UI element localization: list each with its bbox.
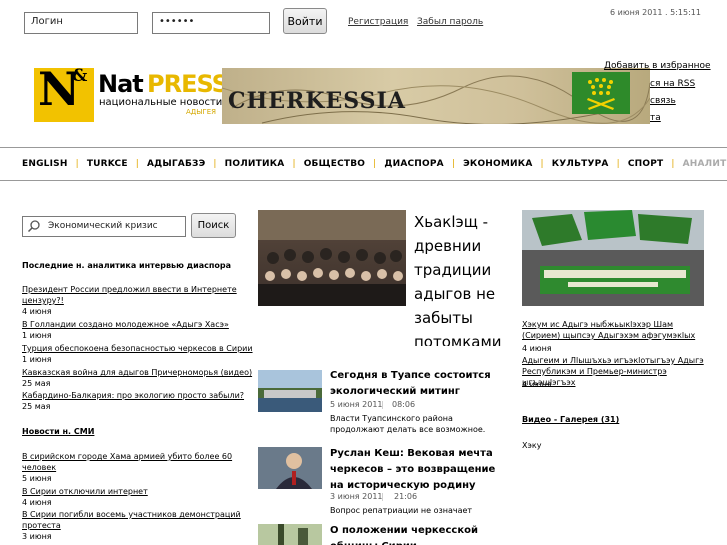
list-item[interactable]: В Голландии создано молодежное «Адыгэ Ха… [22, 319, 256, 330]
list-item[interactable]: Президент России предложил ввести в Инте… [22, 284, 256, 306]
logo-press[interactable]: PRESS [147, 70, 229, 98]
list-item-date: 4 июня [22, 307, 52, 316]
news-title[interactable]: Сегодня в Туапсе состоится экологический… [330, 368, 510, 400]
nav-separator: | [451, 159, 456, 169]
news-title[interactable]: Руслан Кеш: Вековая мечта черкесов – это… [330, 446, 510, 494]
nav-item-sport[interactable]: СПОРТ [628, 159, 664, 169]
nav-item-english[interactable]: ENGLISH [22, 159, 68, 169]
list-item-date: 25 мая [22, 379, 51, 388]
nav-separator: | [373, 159, 377, 169]
news-time: 08:06 [392, 400, 416, 409]
nav-separator: | [540, 159, 544, 169]
nav-separator: | [213, 159, 217, 169]
meta-separator: | [381, 400, 384, 409]
news-date: 5 июня 2011 [330, 400, 383, 409]
news-excerpt: Вопрос репатриации не означает [330, 506, 473, 515]
nav-item-turkce[interactable]: TURKCE [87, 159, 128, 169]
logo-subtitle: национальные новости [99, 97, 223, 108]
news-excerpt: Власти Туапсинского района продолжают де… [330, 414, 486, 434]
news-date: 3 июня 2011 [330, 492, 383, 501]
right-tail-text: Хэку [522, 441, 542, 450]
login-button[interactable]: Войти [283, 8, 327, 34]
list-item-date: 4 июня [22, 498, 52, 507]
list-item[interactable]: В Сирии погибли восемь участников демонс… [22, 509, 258, 531]
right-news-link[interactable]: Хэкум ис Адыгэ ныбжьыкlэхэр Шам (Сирием)… [522, 319, 712, 341]
news-photo[interactable] [258, 447, 322, 489]
rss-link[interactable]: ся на RSS [650, 79, 695, 89]
nav-item-culture[interactable]: КУЛЬТУРА [552, 159, 609, 169]
banner-title: CHERKESSIA [228, 88, 406, 114]
search-button[interactable]: Поиск [191, 213, 236, 238]
search-value: Экономический кризис [48, 221, 158, 231]
nav-item-diaspora[interactable]: ДИАСПОРА [384, 159, 443, 169]
datetime: 6 июня 2011 . 5:15:11 [610, 8, 701, 17]
list-item-date: 1 июня [22, 355, 52, 364]
logo-nat[interactable]: Nat [98, 70, 144, 98]
contact-link[interactable]: связь [650, 96, 676, 106]
logo-subtitle-region: АДЫГЕЯ [186, 108, 216, 116]
list-item-date: 25 мая [22, 402, 51, 411]
list-item[interactable]: Турция обеспокоена безопасностью черкесо… [22, 343, 256, 354]
list-item[interactable]: В сирийском городе Хама армией убито бол… [22, 451, 248, 473]
nav-item-adygabze[interactable]: АДЫГАБЗЭ [147, 159, 205, 169]
nav-separator: | [135, 159, 139, 169]
latest-tabs-heading[interactable]: Последние н. аналитика интервью диаспора [22, 261, 231, 270]
nav-separator: | [292, 159, 296, 169]
news-photo[interactable] [258, 524, 322, 545]
login-field[interactable]: Логин [24, 12, 138, 34]
list-item[interactable]: Кавказская война для адыгов Причерноморь… [22, 367, 256, 378]
media-news-heading[interactable]: Новости н. СМИ [22, 427, 94, 436]
news-time: 21:06 [394, 492, 418, 501]
list-item-date: 5 июня [22, 474, 52, 483]
nav-item-economy[interactable]: ЭКОНОМИКА [463, 159, 532, 169]
nav-item-politics[interactable]: ПОЛИТИКА [225, 159, 285, 169]
side-link-4[interactable]: та [650, 113, 661, 123]
meta-separator: | [381, 492, 384, 501]
nav-separator: | [671, 159, 675, 169]
headline-title[interactable]: Хьакlэщ - древнии традиции адыгов не заб… [414, 210, 506, 346]
video-gallery-link[interactable]: Видео - Галерея (31) [522, 414, 712, 425]
headline-photo[interactable] [258, 210, 406, 306]
nav-bottom-border [0, 180, 727, 181]
add-favorites-link[interactable]: Добавить в избранное [604, 61, 711, 71]
nav-item-society[interactable]: ОБЩЕСТВО [304, 159, 365, 169]
search-icon [27, 220, 40, 233]
right-news-date: 4 июня [522, 344, 552, 353]
list-item-date: 3 июня [22, 532, 52, 541]
forgot-password-link[interactable]: Забыл пароль [417, 17, 483, 27]
news-photo[interactable] [258, 370, 322, 412]
list-item[interactable]: Кабардино-Балкария: про экологию просто … [22, 390, 256, 401]
logo-ampersand: & [72, 66, 88, 86]
flag-icon [572, 72, 630, 114]
right-photo[interactable] [522, 210, 704, 306]
nav-top-border [0, 147, 727, 148]
password-field[interactable]: •••••• [152, 12, 270, 34]
nav-separator: | [75, 159, 79, 169]
register-link[interactable]: Регистрация [348, 17, 408, 27]
list-item[interactable]: В Сирии отключили интернет [22, 486, 256, 497]
nav-item-analytics[interactable]: АНАЛИТИ [683, 159, 727, 169]
right-news-date: 4 июня [522, 380, 552, 389]
news-title[interactable]: О положении черкесской общины Сирии [330, 523, 510, 545]
nav-separator: | [616, 159, 620, 169]
list-item-date: 1 июня [22, 331, 52, 340]
main-nav: ENGLISH | TURKCE | АДЫГАБЗЭ | ПОЛИТИКА | ОБЩ… [22, 159, 727, 169]
